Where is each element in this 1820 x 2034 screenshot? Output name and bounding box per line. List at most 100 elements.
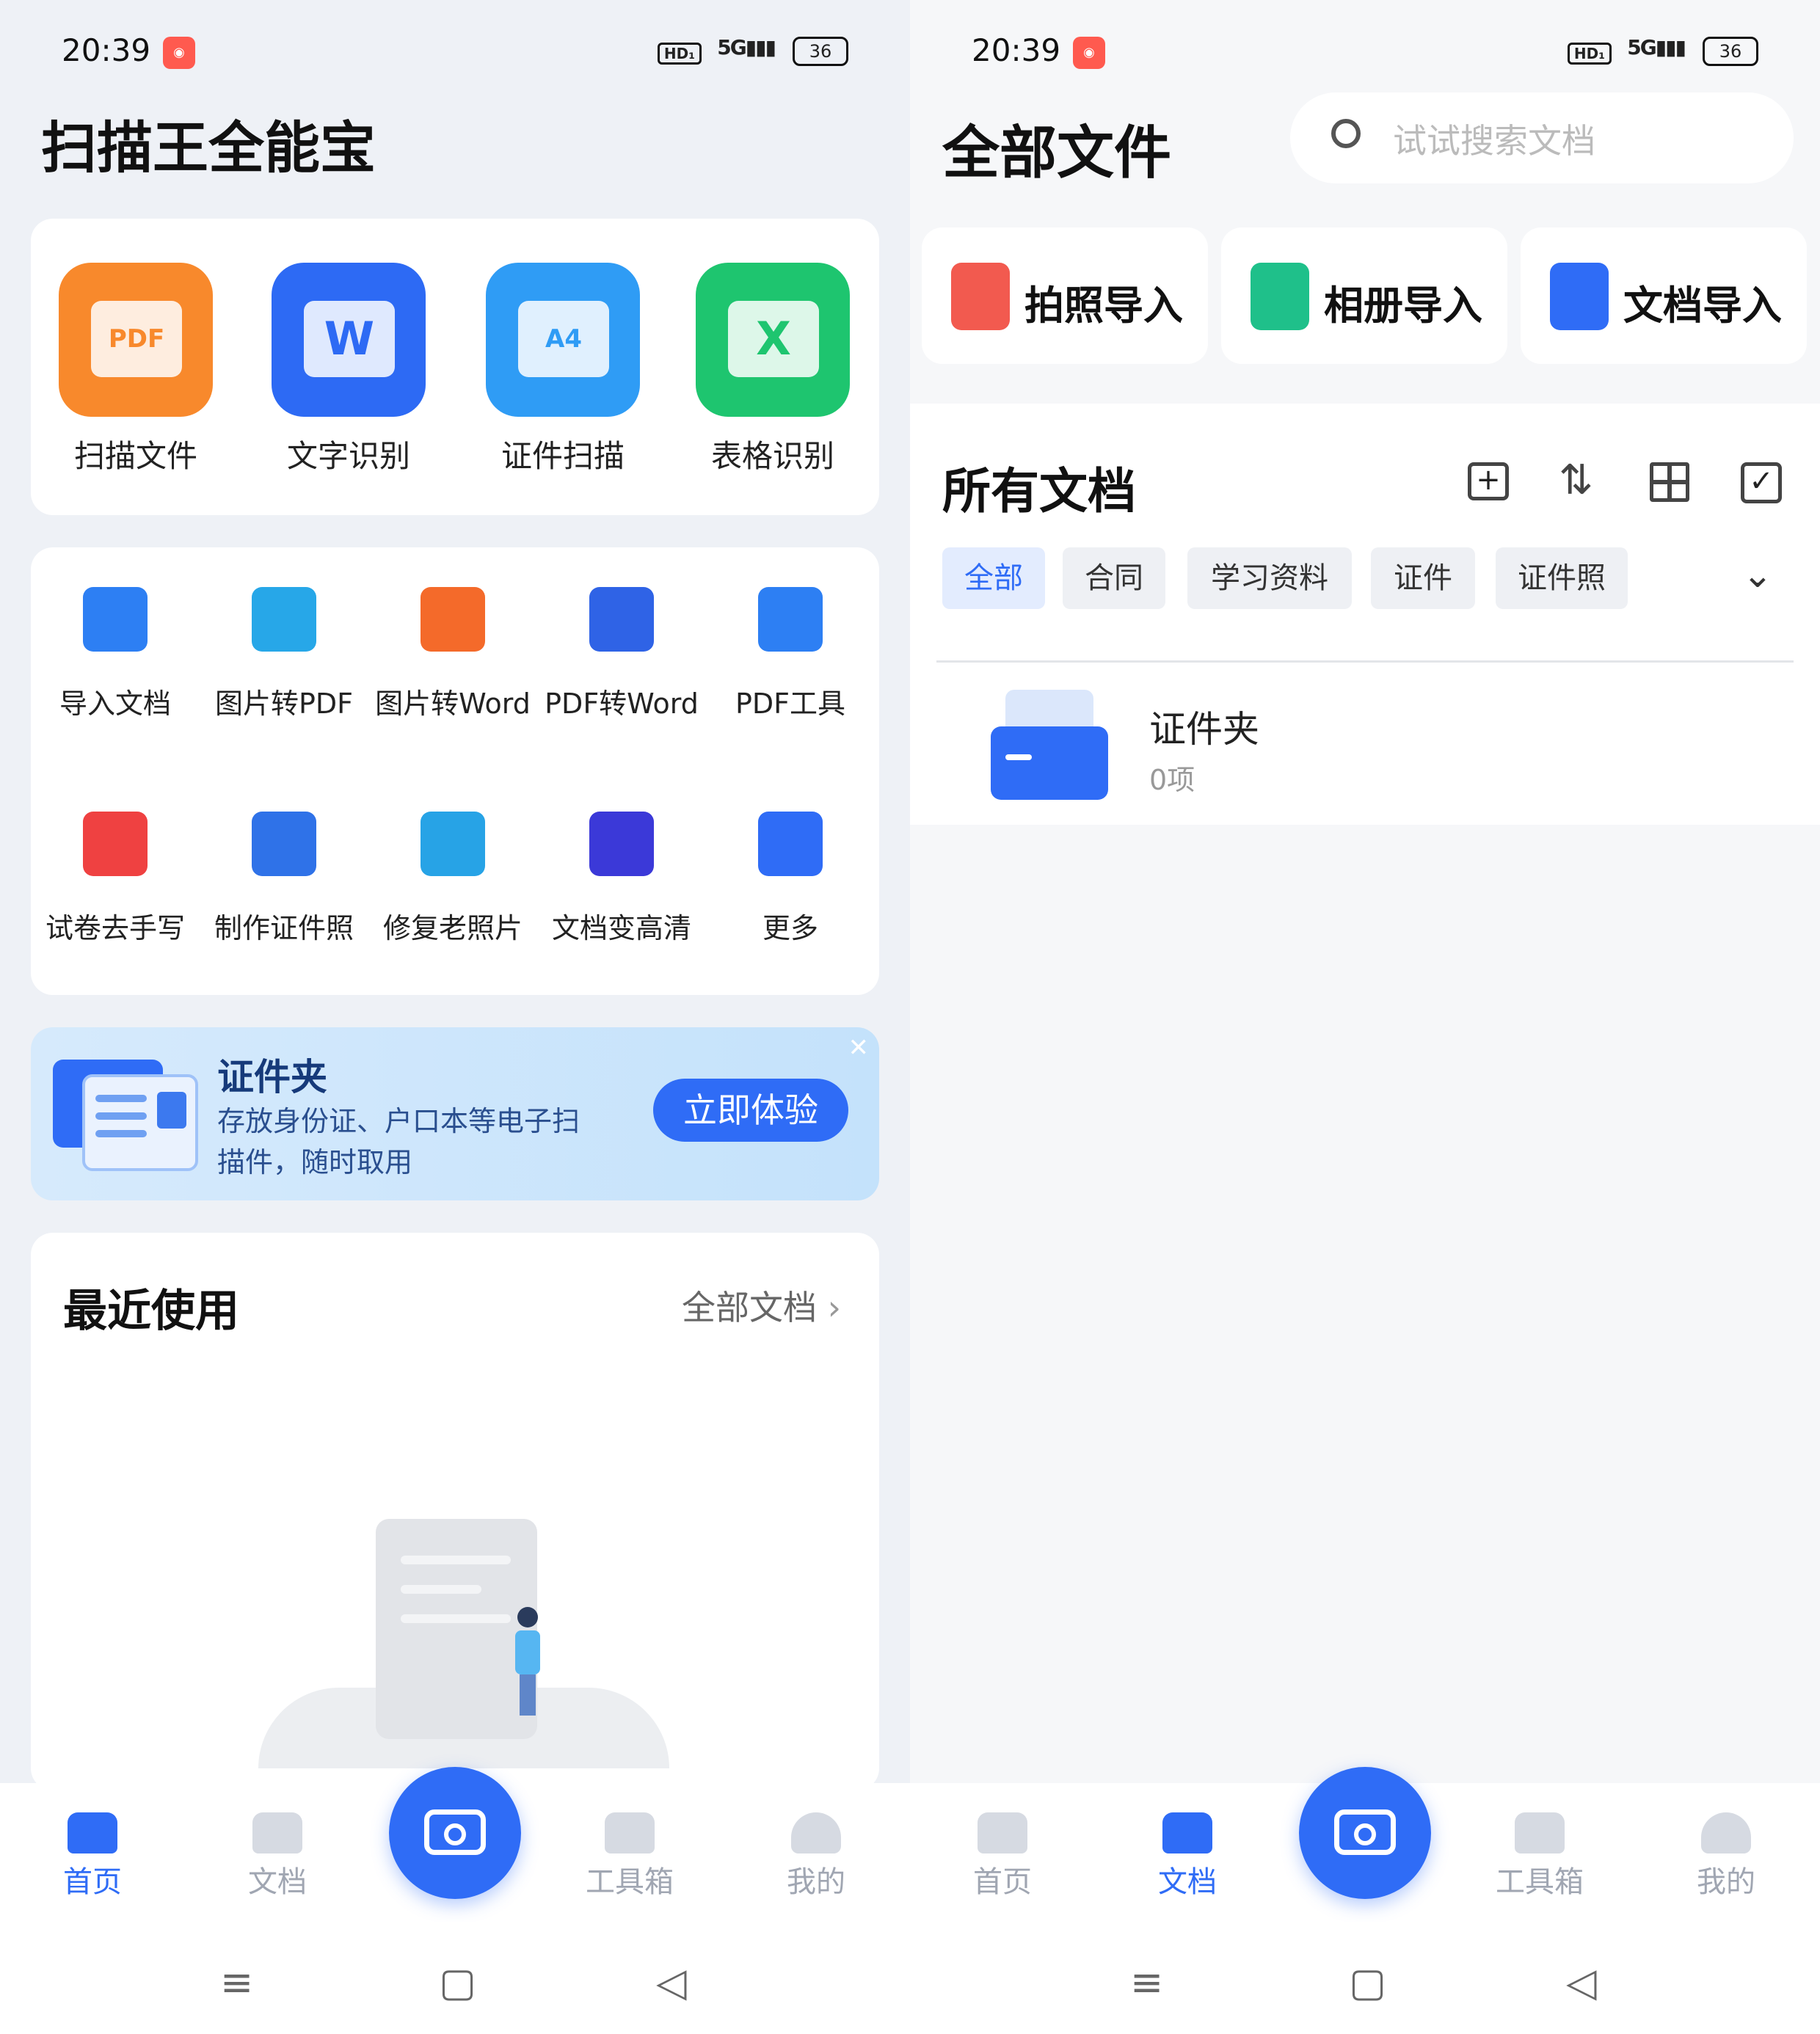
tool-item[interactable]: 图片转Word: [368, 587, 537, 721]
id-scan-icon: A4: [486, 263, 640, 417]
tool-label: PDF工具: [735, 688, 846, 720]
id-folder-banner[interactable]: 证件夹 存放身份证、户口本等电子扫 描件，随时取用 立即体验 ✕: [31, 1027, 879, 1200]
import-doc-icon: [83, 587, 148, 652]
quick-import-button[interactable]: 拍照导入: [922, 227, 1208, 364]
camera-button[interactable]: [389, 1767, 521, 1899]
page-title: 全部文件: [942, 120, 1172, 186]
tab-label: 我的: [787, 1865, 845, 1899]
recent-title: 最近使用: [63, 1286, 239, 1337]
banner-description-line: 存放身份证、户口本等电子扫: [217, 1105, 580, 1137]
filter-chip[interactable]: 证件照: [1496, 547, 1628, 609]
tool-label: 文档变高清: [551, 912, 691, 944]
filter-chip[interactable]: 合同: [1063, 547, 1165, 609]
toolbox-icon: [758, 587, 823, 652]
remove-handwriting-icon: [83, 812, 148, 876]
network-type: 5G: [1627, 35, 1656, 59]
main-tool[interactable]: PDF 扫描文件: [44, 263, 228, 483]
tool-label: 导入文档: [59, 688, 171, 720]
tab-mine[interactable]: 我的: [757, 1812, 875, 1900]
banner-description: 存放身份证、户口本等电子扫 描件，随时取用: [217, 1101, 580, 1183]
divider: [936, 660, 1794, 663]
tab-label: 工具箱: [1496, 1865, 1584, 1899]
banner-description-line: 描件，随时取用: [217, 1146, 413, 1178]
tool-label: 制作证件照: [214, 912, 354, 944]
sort-icon[interactable]: ⇅: [1559, 456, 1593, 504]
tab-toolbox[interactable]: 工具箱: [571, 1812, 688, 1900]
close-icon[interactable]: ✕: [848, 1033, 870, 1062]
tool-item[interactable]: 文档变高清: [537, 812, 706, 946]
back-icon[interactable]: ◁: [656, 1959, 687, 2005]
documents-screen: 20:39 ◉ HD₁ 5G▮▮▮ 36 全部文件 试试搜索文档 拍照导入 相册导…: [910, 0, 1820, 2034]
select-icon[interactable]: ✓: [1741, 462, 1782, 503]
tool-item[interactable]: 更多: [706, 812, 875, 946]
tool-item[interactable]: 制作证件照: [200, 812, 368, 946]
tab-label: 工具箱: [586, 1865, 674, 1899]
tab-mine[interactable]: 我的: [1667, 1812, 1785, 1900]
main-tool[interactable]: W 文字识别: [257, 263, 440, 483]
tool-badge: A4: [518, 301, 609, 377]
main-tool[interactable]: A4 证件扫描: [471, 263, 655, 483]
tab-toolbox[interactable]: 工具箱: [1481, 1812, 1598, 1900]
battery-icon: 36: [793, 37, 848, 66]
search-input[interactable]: 试试搜索文档: [1393, 114, 1595, 163]
documents-section: 所有文档 + ⇅ ✓ ⌄ 证件夹 0项: [910, 404, 1820, 825]
tool-badge: X: [728, 301, 819, 377]
tool-label: 图片转Word: [375, 688, 531, 720]
tab-label: 首页: [63, 1865, 122, 1899]
tool-label: PDF转Word: [545, 688, 699, 720]
system-nav-bar: ≡ ▢ ◁: [910, 1922, 1820, 2034]
hd-icon: [589, 812, 654, 876]
filter-chip[interactable]: 学习资料: [1187, 547, 1352, 609]
folder-icon: [252, 1812, 302, 1853]
quick-import-label: 拍照导入: [1024, 282, 1183, 329]
empty-state-illustration: [258, 1475, 669, 1768]
id-folder-icon: [991, 690, 1108, 800]
grid-view-icon[interactable]: [1650, 462, 1689, 502]
quick-import-button[interactable]: 相册导入: [1221, 227, 1507, 364]
camera-button[interactable]: [1299, 1767, 1431, 1899]
screenshot: 20:39 ◉ HD₁ 5G▮▮▮ 36 扫描王全能宝 PDF 扫描文件 W 文字识别…: [0, 0, 1820, 2034]
tab-documents[interactable]: 文档: [1129, 1812, 1246, 1900]
person-icon: [1701, 1812, 1751, 1853]
tab-home[interactable]: 首页: [944, 1812, 1061, 1900]
menu-icon[interactable]: ≡: [220, 1959, 253, 2005]
folder-row[interactable]: 证件夹 0项: [910, 682, 1820, 822]
tool-item[interactable]: PDF工具: [706, 587, 875, 721]
new-folder-icon[interactable]: +: [1468, 462, 1509, 500]
chevron-right-icon: ›: [827, 1288, 841, 1327]
menu-icon[interactable]: ≡: [1130, 1959, 1163, 2005]
main-tool[interactable]: X 表格识别: [681, 263, 864, 483]
home-square-icon[interactable]: ▢: [439, 1959, 476, 2005]
section-title: 所有文档: [942, 463, 1136, 520]
pdf-scan-icon: PDF: [59, 263, 213, 417]
back-icon[interactable]: ◁: [1566, 1959, 1597, 2005]
tool-badge: PDF: [91, 301, 182, 377]
battery-icon: 36: [1703, 37, 1758, 66]
banner-title: 证件夹: [217, 1056, 327, 1098]
filter-chip[interactable]: 全部: [942, 547, 1045, 609]
quick-import-button[interactable]: 文档导入: [1521, 227, 1807, 364]
tab-documents[interactable]: 文档: [219, 1812, 336, 1900]
search-box[interactable]: 试试搜索文档: [1290, 92, 1794, 183]
tab-home[interactable]: 首页: [34, 1812, 151, 1900]
main-tool-label: 证件扫描: [500, 438, 625, 474]
tool-item[interactable]: PDF转Word: [537, 587, 706, 721]
tool-item[interactable]: 修复老照片: [368, 812, 537, 946]
expand-chips-icon[interactable]: ⌄: [1742, 553, 1773, 596]
camera-icon: [1334, 1809, 1396, 1855]
filter-chip[interactable]: 证件: [1371, 547, 1475, 609]
tool-badge: W: [304, 301, 395, 377]
album-import-icon: [1251, 263, 1309, 330]
tool-item[interactable]: 图片转PDF: [200, 587, 368, 721]
image-to-pdf-icon: [252, 587, 316, 652]
app-notification-icon: ◉: [1073, 37, 1105, 69]
folder-icon: [1162, 1812, 1212, 1853]
tool-item[interactable]: 试卷去手写: [31, 812, 200, 946]
home-square-icon[interactable]: ▢: [1349, 1959, 1386, 2005]
toolbox-icon: [605, 1812, 655, 1853]
signal-icon: 5G▮▮▮: [1627, 35, 1686, 59]
tool-label: 试卷去手写: [45, 912, 185, 944]
all-documents-link[interactable]: 全部文档 ›: [682, 1281, 841, 1330]
tool-item[interactable]: 导入文档: [31, 587, 200, 721]
try-now-button[interactable]: 立即体验: [653, 1079, 848, 1142]
